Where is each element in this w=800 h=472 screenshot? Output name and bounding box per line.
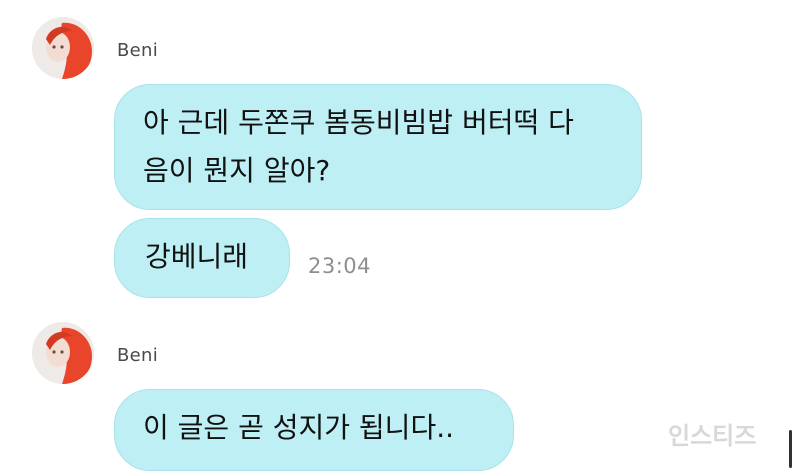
message-timestamp: 23:04 <box>308 254 372 278</box>
message-bubble[interactable]: 강베니래 <box>114 218 290 298</box>
sender-name: Beni <box>117 345 159 366</box>
avatar[interactable] <box>32 322 94 384</box>
watermark: 인스티즈 <box>668 422 757 450</box>
message-bubble[interactable]: 이 글은 곧 성지가 됩니다.. <box>114 389 514 471</box>
message-bubble[interactable]: 아 근데 두쫀쿠 봄동비빔밥 버터떡 다 음이 뭔지 알아? <box>114 84 642 210</box>
sender-name: Beni <box>117 40 159 61</box>
chat-view: Beni 아 근데 두쫀쿠 봄동비빔밥 버터떡 다 음이 뭔지 알아? 강베니래… <box>0 0 800 472</box>
avatar[interactable] <box>32 17 94 79</box>
scrollbar[interactable] <box>789 430 792 468</box>
